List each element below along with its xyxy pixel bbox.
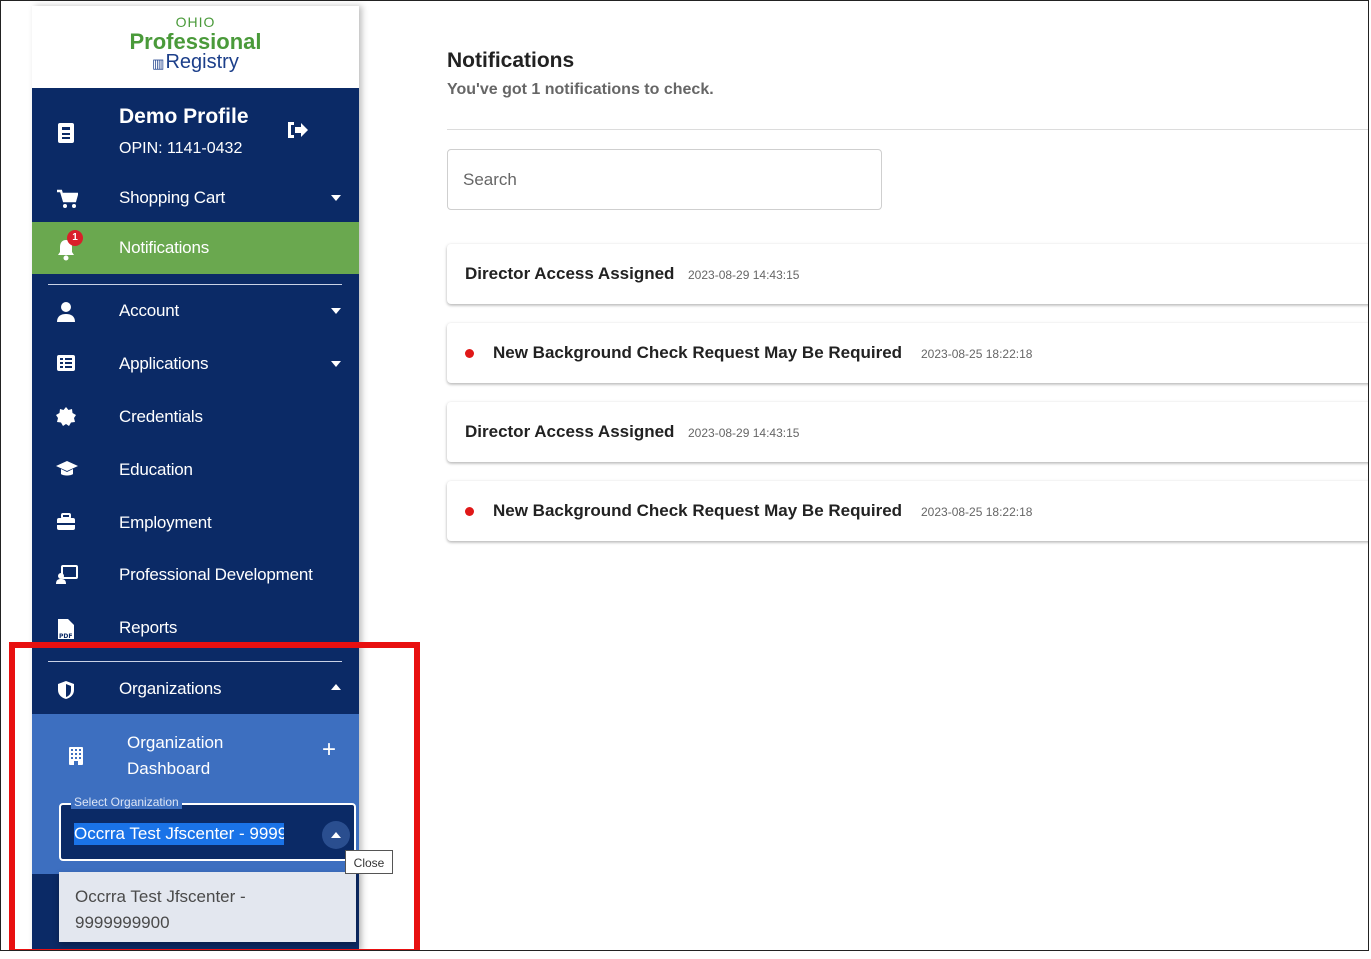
notification-timestamp: 2023-08-25 18:22:18: [921, 347, 1033, 361]
presentation-icon: [56, 565, 78, 585]
certificate-icon: [56, 407, 76, 427]
notification-timestamp: 2023-08-25 18:22:18: [921, 505, 1033, 519]
sidebar-item-label: Shopping Cart: [119, 188, 226, 207]
organization-select-label: Select Organization: [71, 795, 182, 809]
search-input[interactable]: [447, 149, 882, 210]
organization-dropdown-menu: Occrra Test Jfscenter - 9999999900: [59, 872, 356, 942]
pdf-file-icon: PDF: [56, 618, 76, 640]
header-divider: [447, 129, 1368, 130]
sidebar-item-education[interactable]: Education: [32, 445, 359, 497]
sidebar-item-label: Organizations: [119, 679, 222, 698]
sidebar-item-shopping-cart[interactable]: Shopping Cart: [32, 172, 359, 224]
notification-count-badge: 1: [67, 230, 83, 246]
sidebar-item-applications[interactable]: Applications: [32, 339, 359, 391]
chevron-down-icon: [331, 308, 341, 314]
sidebar-item-credentials[interactable]: Credentials: [32, 392, 359, 444]
sidebar-item-label: Employment: [119, 513, 212, 532]
logo-ohio-text: OHIO: [175, 14, 216, 30]
notification-card[interactable]: New Background Check Request May Be Requ…: [447, 481, 1368, 541]
add-icon[interactable]: +: [322, 736, 336, 764]
shopping-cart-icon: [56, 189, 79, 209]
profile-opin: OPIN: 1141-0432: [119, 140, 243, 157]
notification-title: Director Access Assigned: [465, 422, 675, 441]
notification-timestamp: 2023-08-29 14:43:15: [688, 268, 800, 282]
chevron-down-icon: [331, 361, 341, 367]
logout-icon[interactable]: [286, 120, 308, 146]
sidebar-item-label: Notifications: [119, 238, 209, 257]
sidebar-item-label: Professional Development: [119, 565, 313, 584]
sidebar-item-employment[interactable]: Employment: [32, 498, 359, 550]
dropdown-option[interactable]: Occrra Test Jfscenter - 9999999900: [75, 884, 335, 936]
notification-card[interactable]: New Background Check Request May Be Requ…: [447, 323, 1368, 383]
organization-select-value[interactable]: Occrra Test Jfscenter - 9999999900: [74, 823, 284, 845]
profile-section: Demo Profile OPIN: 1141-0432: [32, 88, 359, 172]
sidebar-item-organizations[interactable]: Organizations: [32, 666, 359, 714]
logo-registry-row: ▥Registry: [32, 51, 359, 75]
sidebar-item-label: Education: [119, 460, 193, 479]
sidebar-item-label: Credentials: [119, 407, 203, 426]
sidebar-item-reports[interactable]: PDF Reports: [32, 603, 359, 655]
logo-registry-text: Registry: [165, 51, 239, 73]
sidebar-item-account[interactable]: Account: [32, 286, 359, 338]
select-toggle-button[interactable]: [322, 821, 350, 849]
sidebar-item-label: Account: [119, 301, 180, 320]
notification-title: Director Access Assigned: [465, 264, 675, 283]
sidebar-item-professional-development[interactable]: Professional Development: [32, 550, 359, 602]
close-tooltip: Close: [345, 850, 393, 874]
sidebar-item-label: Organization Dashboard: [127, 733, 224, 778]
profile-name[interactable]: Demo Profile: [119, 105, 249, 129]
building-icon: [66, 746, 86, 766]
registry-logo[interactable]: OHIO Professional ▥Registry: [32, 6, 359, 88]
sidebar-item-label: Applications: [119, 354, 209, 373]
chevron-up-icon: [331, 832, 341, 838]
page-subtitle: You've got 1 notifications to check.: [447, 81, 714, 98]
notification-card[interactable]: Director Access Assigned 2023-08-29 14:4…: [447, 402, 1368, 462]
chevron-up-icon: [331, 684, 341, 690]
shield-icon: [56, 680, 76, 700]
sidebar-item-notifications[interactable]: 1 Notifications: [32, 222, 359, 274]
sidebar: OHIO Professional ▥Registry Demo Profile…: [32, 6, 359, 950]
list-icon: [56, 354, 76, 374]
app-frame: OHIO Professional ▥Registry Demo Profile…: [0, 0, 1369, 951]
graduation-cap-icon: [56, 460, 78, 480]
page-title: Notifications: [447, 49, 575, 72]
user-icon: [56, 301, 76, 322]
logo-statehouse-icon: ▥: [152, 56, 165, 71]
notification-card[interactable]: Director Access Assigned 2023-08-29 14:4…: [447, 244, 1368, 304]
svg-text:PDF: PDF: [59, 633, 72, 640]
unread-dot-icon: [465, 507, 474, 516]
notification-title: New Background Check Request May Be Requ…: [493, 343, 903, 362]
id-badge-icon: [56, 122, 76, 143]
sidebar-divider: [48, 661, 342, 662]
unread-dot-icon: [465, 349, 474, 358]
sidebar-item-label: Reports: [119, 618, 178, 637]
briefcase-icon: [56, 513, 76, 533]
sidebar-divider: [48, 284, 342, 285]
notification-timestamp: 2023-08-29 14:43:15: [688, 426, 800, 440]
notification-title: New Background Check Request May Be Requ…: [493, 501, 903, 520]
chevron-down-icon: [331, 195, 341, 201]
